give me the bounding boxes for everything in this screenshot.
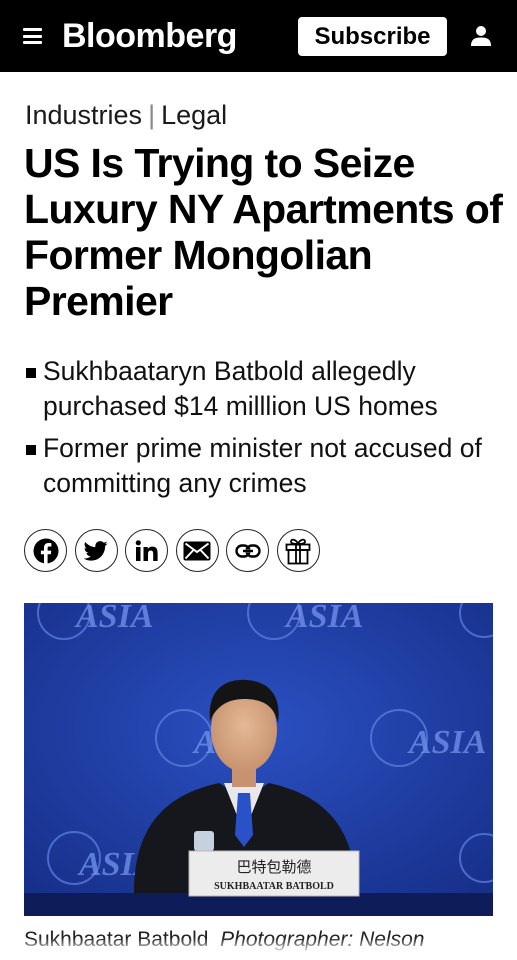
user-account-icon[interactable] <box>470 25 492 47</box>
summary-bullet: Sukhbaataryn Batbold allegedly purchased… <box>24 354 504 424</box>
facebook-icon <box>33 538 58 564</box>
share-bar <box>24 529 327 573</box>
linkedin-icon <box>135 539 158 561</box>
article-summary-bullets: Sukhbaataryn Batbold allegedly purchased… <box>24 354 504 508</box>
kicker-separator: | <box>148 100 156 130</box>
top-navigation-bar: Bloomberg Subscribe <box>0 0 517 72</box>
backdrop-asia-text: ASIA <box>407 724 487 761</box>
article-photo: ASIA ASIA ASIA ASIA ASIA 巴特包勒德 SUKHBAATA… <box>24 603 493 916</box>
bottom-fade <box>0 938 517 960</box>
summary-bullet: Former prime minister not accused of com… <box>24 431 504 501</box>
twitter-icon <box>84 540 108 561</box>
kicker-industries-link[interactable]: Industries <box>25 100 142 130</box>
hamburger-menu-icon[interactable] <box>23 28 42 44</box>
nameplate-latin-text: SUKHBAATAR BATBOLD <box>214 881 334 892</box>
subscribe-button[interactable]: Subscribe <box>298 17 447 56</box>
nameplate-chinese-text: 巴特包勒德 <box>236 858 311 876</box>
bloomberg-logo[interactable]: Bloomberg <box>62 14 237 58</box>
backdrop-asia-text: ASIA <box>284 603 364 635</box>
link-icon <box>234 543 261 558</box>
share-linkedin-button[interactable] <box>125 529 168 572</box>
gift-article-button[interactable] <box>276 529 320 572</box>
backdrop-asia-text: ASIA <box>74 603 154 635</box>
share-facebook-button[interactable] <box>24 529 67 572</box>
share-email-button[interactable] <box>175 529 219 572</box>
article-headline: US Is Trying to Seize Luxury NY Apartmen… <box>24 140 503 324</box>
kicker-legal-link[interactable]: Legal <box>161 100 227 130</box>
article-kicker: Industries | Legal <box>25 98 227 132</box>
email-icon <box>183 541 211 560</box>
share-twitter-button[interactable] <box>74 529 118 572</box>
gift-icon <box>285 538 311 564</box>
copy-link-button[interactable] <box>226 529 269 572</box>
